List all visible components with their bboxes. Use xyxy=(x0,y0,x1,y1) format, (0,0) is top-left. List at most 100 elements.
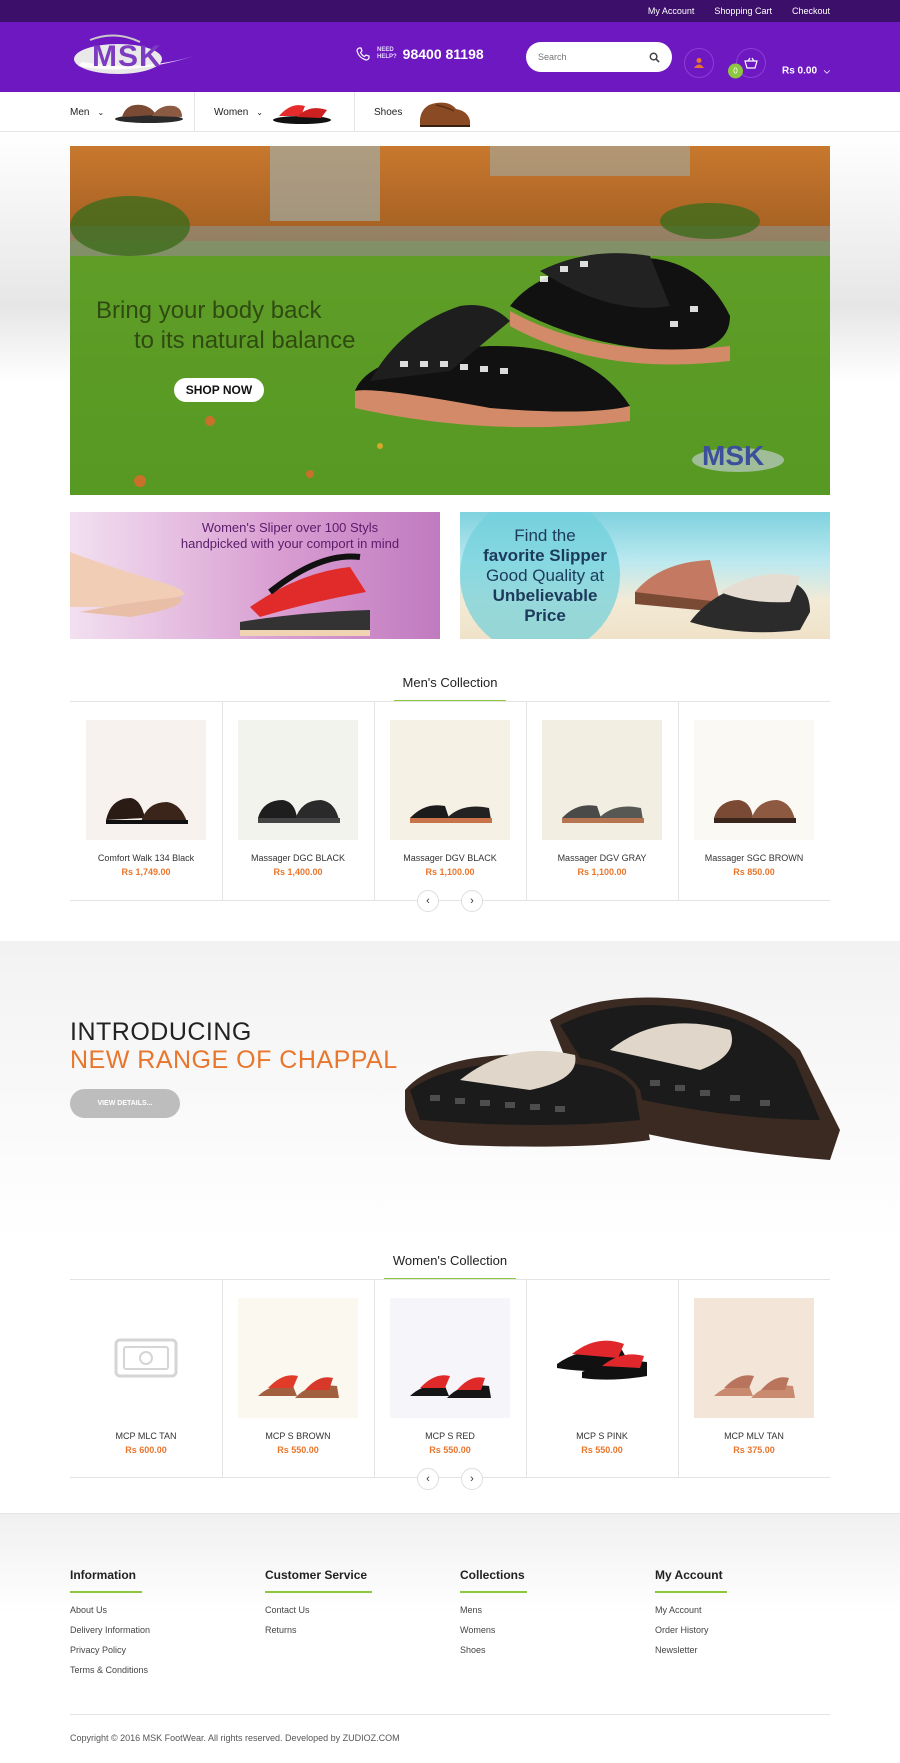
footer-link[interactable]: About Us xyxy=(70,1605,150,1615)
shop-now-button[interactable]: SHOP NOW xyxy=(174,378,264,402)
site-header: MSK NEED HELP? 98400 81198 0 Rs 0.00 xyxy=(0,22,900,92)
product-card[interactable]: MCP S PINK Rs 550.00 xyxy=(526,1298,678,1455)
nav-item-men[interactable]: Men ⌄ xyxy=(70,92,186,132)
product-name[interactable]: MCP S BROWN xyxy=(222,1431,374,1441)
hero-headline-line1: Bring your body back xyxy=(96,297,322,324)
phone-icon xyxy=(356,47,370,61)
shoe-thumbnail xyxy=(420,102,471,127)
product-name[interactable]: MCP MLV TAN xyxy=(678,1431,830,1441)
hero-banner[interactable]: Bring your body back to its natural bala… xyxy=(70,146,830,495)
nav-item-shoes[interactable]: Shoes xyxy=(374,92,474,132)
chevron-left-icon: ‹ xyxy=(426,895,430,907)
product-image xyxy=(238,1298,358,1418)
product-card[interactable]: Massager DGC BLACK Rs 1,400.00 xyxy=(222,720,374,877)
hero-headline-line2: to its natural balance xyxy=(134,327,356,354)
slipper-image xyxy=(714,1375,795,1398)
product-name[interactable]: Massager DGV BLACK xyxy=(374,853,526,863)
product-price: Rs 550.00 xyxy=(277,1445,319,1455)
footer-link[interactable]: Contact Us xyxy=(265,1605,372,1615)
product-name[interactable]: MCP S PINK xyxy=(526,1431,678,1441)
promo-banner-slipper[interactable]: Find the favorite Slipper Good Quality a… xyxy=(460,512,830,639)
promo-women-line2: handpicked with your comport in mind xyxy=(180,536,400,551)
mens-prev-button[interactable]: ‹ xyxy=(417,890,439,912)
logo-text: MSK xyxy=(92,40,162,73)
view-details-button[interactable]: VIEW DETAILS... xyxy=(70,1089,180,1118)
chevron-down-icon: ⌄ xyxy=(256,107,263,117)
mens-grid-top xyxy=(70,701,830,702)
product-card[interactable]: MCP S RED Rs 550.00 xyxy=(374,1298,526,1455)
footer-link[interactable]: Returns xyxy=(265,1625,372,1635)
product-card[interactable]: Comfort Walk 134 Black Rs 1,749.00 xyxy=(70,720,222,877)
product-card[interactable]: MCP S BROWN Rs 550.00 xyxy=(222,1298,374,1455)
nav-item-women[interactable]: Women ⌄ xyxy=(214,92,333,132)
phone-number: 98400 81198 xyxy=(402,46,484,62)
product-image xyxy=(542,1298,662,1418)
footer-link[interactable]: Shoes xyxy=(460,1645,527,1655)
footer-link[interactable]: Delivery Information xyxy=(70,1625,150,1635)
footer-title-underline xyxy=(265,1591,372,1593)
footer-link[interactable]: My Account xyxy=(655,1605,727,1615)
chevron-right-icon: › xyxy=(470,895,474,907)
search-icon[interactable] xyxy=(649,52,660,63)
footer-column-my-account: My Account My Account Order History News… xyxy=(655,1568,727,1665)
womens-grid-bottom xyxy=(70,1477,830,1478)
product-name[interactable]: MCP S RED xyxy=(374,1431,526,1441)
womens-collection-title: Women's Collection xyxy=(392,1253,508,1268)
footer-column-title: Collections xyxy=(460,1568,525,1582)
product-card[interactable]: Massager DGV BLACK Rs 1,100.00 xyxy=(374,720,526,877)
chevron-down-icon: ⌵ xyxy=(823,66,830,76)
product-name[interactable]: Massager DGV GRAY xyxy=(526,853,678,863)
footer-link[interactable]: Womens xyxy=(460,1625,527,1635)
promo-slipper-line1: Find the xyxy=(514,526,576,545)
my-account-link[interactable]: My Account xyxy=(648,6,695,16)
product-card[interactable]: MCP MLC TAN Rs 600.00 xyxy=(70,1298,222,1455)
product-name[interactable]: Massager DGC BLACK xyxy=(222,853,374,863)
womens-prev-button[interactable]: ‹ xyxy=(417,1468,439,1490)
footer-column-customer-service: Customer Service Contact Us Returns xyxy=(265,1568,372,1645)
product-card[interactable]: Massager DGV GRAY Rs 1,100.00 xyxy=(526,720,678,877)
cart-total[interactable]: Rs 0.00 ⌵ xyxy=(782,66,830,77)
men-slipper-thumbnail xyxy=(115,104,184,123)
mens-grid-bottom xyxy=(70,900,830,901)
introducing-heading: INTRODUCING xyxy=(70,1018,252,1046)
chevron-left-icon: ‹ xyxy=(426,1473,430,1485)
product-card[interactable]: Massager SGC BROWN Rs 850.00 xyxy=(678,720,830,877)
womens-next-button[interactable]: › xyxy=(461,1468,483,1490)
nav-item-label: Women xyxy=(214,106,249,118)
footer-link[interactable]: Newsletter xyxy=(655,1645,727,1655)
shopping-cart-link[interactable]: Shopping Cart xyxy=(714,6,772,16)
product-name[interactable]: Massager SGC BROWN xyxy=(678,853,830,863)
footer-column-information: Information About Us Delivery Informatio… xyxy=(70,1568,150,1685)
footer-title-underline xyxy=(655,1591,727,1593)
promo-slipper-line2: favorite Slipper xyxy=(483,546,607,565)
product-card[interactable]: MCP MLV TAN Rs 375.00 xyxy=(678,1298,830,1455)
checkout-link[interactable]: Checkout xyxy=(792,6,830,16)
footer-link[interactable]: Privacy Policy xyxy=(70,1645,150,1655)
mens-collection-title: Men's Collection xyxy=(402,675,498,690)
mens-next-button[interactable]: › xyxy=(461,890,483,912)
copyright-text: Copyright © 2016 MSK FootWear. All right… xyxy=(70,1733,400,1743)
account-button[interactable] xyxy=(684,48,714,78)
footer-link[interactable]: Terms & Conditions xyxy=(70,1665,150,1675)
chevron-right-icon: › xyxy=(470,1473,474,1485)
women-slipper-thumbnail xyxy=(272,105,331,124)
phone-contact: NEED HELP? 98400 81198 xyxy=(355,46,484,62)
user-icon xyxy=(694,58,704,68)
footer-link[interactable]: Order History xyxy=(655,1625,727,1635)
product-image xyxy=(542,720,662,840)
product-price: Rs 550.00 xyxy=(581,1445,623,1455)
site-logo[interactable]: MSK xyxy=(70,32,200,80)
promo-banner-women[interactable]: Women's Sliper over 100 Styls handpicked… xyxy=(70,512,440,639)
slipper-image xyxy=(562,805,644,823)
product-price: Rs 1,100.00 xyxy=(577,867,627,877)
promo-slipper-line5: Price xyxy=(524,606,566,625)
footer-column-title: Information xyxy=(70,1568,136,1582)
footer-column-collections: Collections Mens Womens Shoes xyxy=(460,1568,527,1665)
promo-slipper-text: Find the favorite Slipper Good Quality a… xyxy=(460,526,630,626)
footer-link[interactable]: Mens xyxy=(460,1605,527,1615)
search-input[interactable] xyxy=(538,52,648,62)
promo-women-line1: Women's Sliper over 100 Styls xyxy=(201,520,379,535)
product-name[interactable]: Comfort Walk 134 Black xyxy=(70,853,222,863)
product-name[interactable]: MCP MLC TAN xyxy=(70,1431,222,1441)
footer-column-title: Customer Service xyxy=(265,1568,368,1582)
